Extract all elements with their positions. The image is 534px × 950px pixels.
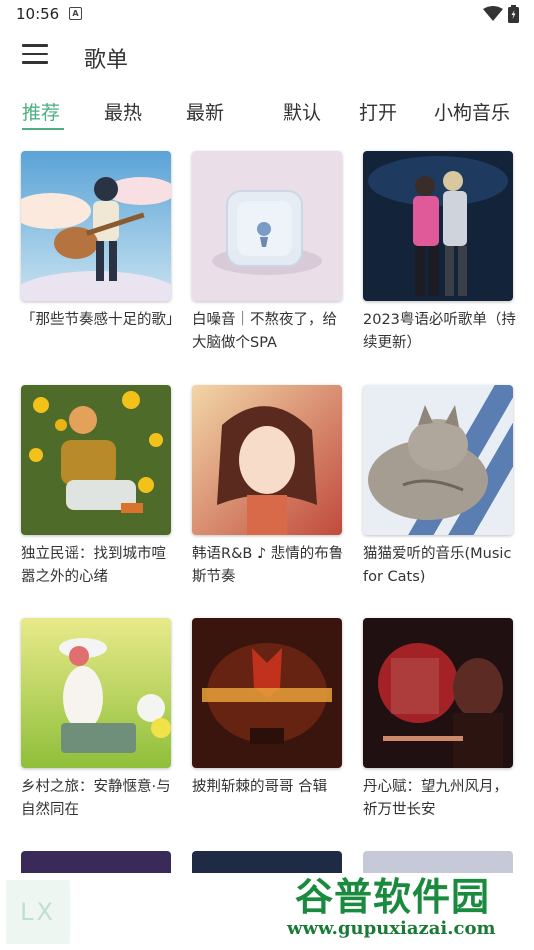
- tab-recommend[interactable]: 推荐: [22, 98, 60, 125]
- playlist-cover: [363, 385, 513, 535]
- tab-open[interactable]: 打开: [359, 98, 397, 125]
- tab-source[interactable]: 小枸音乐: [434, 98, 510, 125]
- playlist-card[interactable]: 2023粤语必听歌单（持续更新）: [363, 151, 516, 355]
- playlist-card[interactable]: 乡村之旅：安静惬意·与自然同在: [21, 618, 171, 822]
- tab-hottest[interactable]: 最热: [104, 98, 142, 125]
- tab-default[interactable]: 默认: [283, 98, 321, 125]
- watermark-name: 谷普软件园: [295, 875, 491, 919]
- playlist-cover-partial[interactable]: [21, 851, 171, 873]
- playlist-title: 猫猫爱听的音乐(Music for Cats): [363, 546, 512, 585]
- wifi-icon: [483, 6, 503, 21]
- playlist-title: 「那些节奏感十足的歌」: [21, 312, 181, 328]
- playlist-title: 披荆斩棘的哥哥 合辑: [192, 779, 328, 795]
- playlist-title: 韩语R&B ♪ 悲情的布鲁斯节奏: [192, 546, 344, 585]
- watermark-url: www.gupuxiazai.com: [287, 918, 496, 939]
- page-title: 歌单: [84, 48, 129, 73]
- playlist-cover: [21, 618, 171, 768]
- playlist-title: 丹心赋：望九州风月，祈万世长安: [363, 779, 508, 818]
- playlist-card[interactable]: 韩语R&B ♪ 悲情的布鲁斯节奏: [192, 385, 343, 589]
- playlist-title: 2023粤语必听歌单（持续更新）: [363, 312, 516, 351]
- battery-icon: [508, 5, 519, 23]
- status-bar: 10:56 A: [0, 0, 534, 28]
- tab-bar: 推荐 最热 最新 默认 打开 小枸音乐: [0, 90, 534, 130]
- playlist-card[interactable]: 独立民谣：找到城市喧嚣之外的心绪: [21, 385, 171, 589]
- playlist-title: 白噪音｜不熬夜了，给大脑做个SPA: [192, 312, 337, 351]
- app-bar: 歌单: [0, 28, 534, 84]
- playlist-cover: [363, 618, 513, 768]
- playlist-cover: [363, 151, 513, 301]
- notification-icon: A: [69, 7, 82, 20]
- playlist-cover: [21, 385, 171, 535]
- status-time: 10:56: [16, 5, 60, 23]
- watermark: 谷普软件园 www.gupuxiazai.com: [285, 866, 530, 946]
- active-tab-indicator: [22, 128, 64, 130]
- playlist-title: 乡村之旅：安静惬意·与自然同在: [21, 779, 171, 818]
- lx-badge[interactable]: LX: [6, 880, 70, 944]
- playlist-card[interactable]: 披荆斩棘的哥哥 合辑: [192, 618, 342, 799]
- tab-newest[interactable]: 最新: [186, 98, 224, 125]
- playlist-card[interactable]: 丹心赋：望九州风月，祈万世长安: [363, 618, 513, 822]
- playlist-card[interactable]: 猫猫爱听的音乐(Music for Cats): [363, 385, 513, 589]
- playlist-cover: [192, 151, 342, 301]
- playlist-cover: [192, 618, 342, 768]
- playlist-card[interactable]: 「那些节奏感十足的歌」: [21, 151, 181, 332]
- playlist-cover: [192, 385, 342, 535]
- playlist-cover: [21, 151, 171, 301]
- menu-icon[interactable]: [22, 44, 48, 66]
- playlist-card[interactable]: 白噪音｜不熬夜了，给大脑做个SPA: [192, 151, 342, 355]
- playlist-title: 独立民谣：找到城市喧嚣之外的心绪: [21, 546, 166, 585]
